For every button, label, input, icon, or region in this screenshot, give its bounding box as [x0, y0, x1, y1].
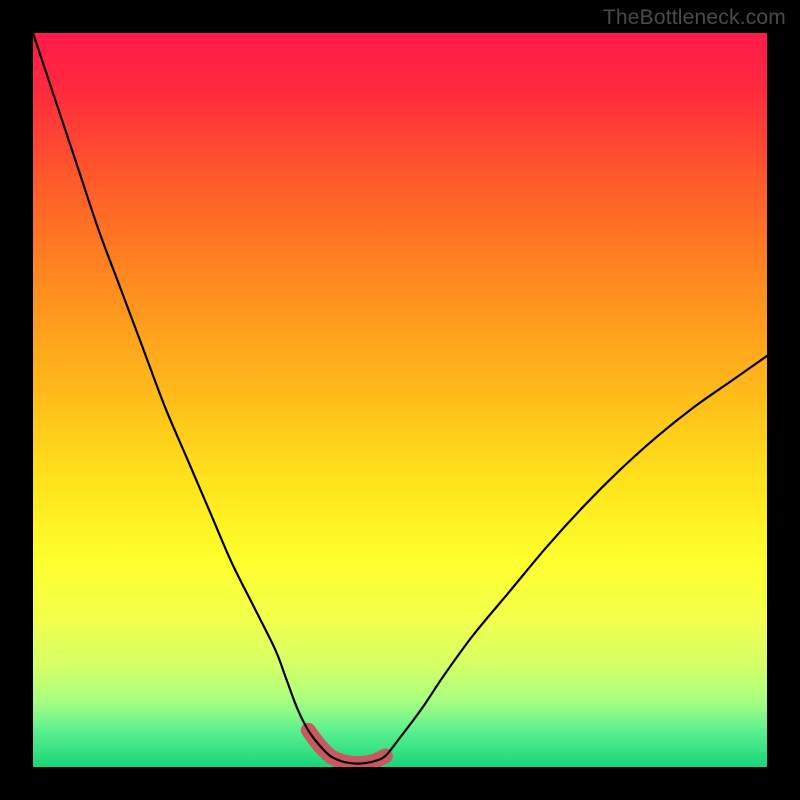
chart-svg: [33, 33, 767, 767]
chart-frame: TheBottleneck.com: [0, 0, 800, 800]
watermark-text: TheBottleneck.com: [603, 6, 786, 30]
gradient-rect: [33, 33, 767, 767]
plot-area: [33, 33, 767, 767]
